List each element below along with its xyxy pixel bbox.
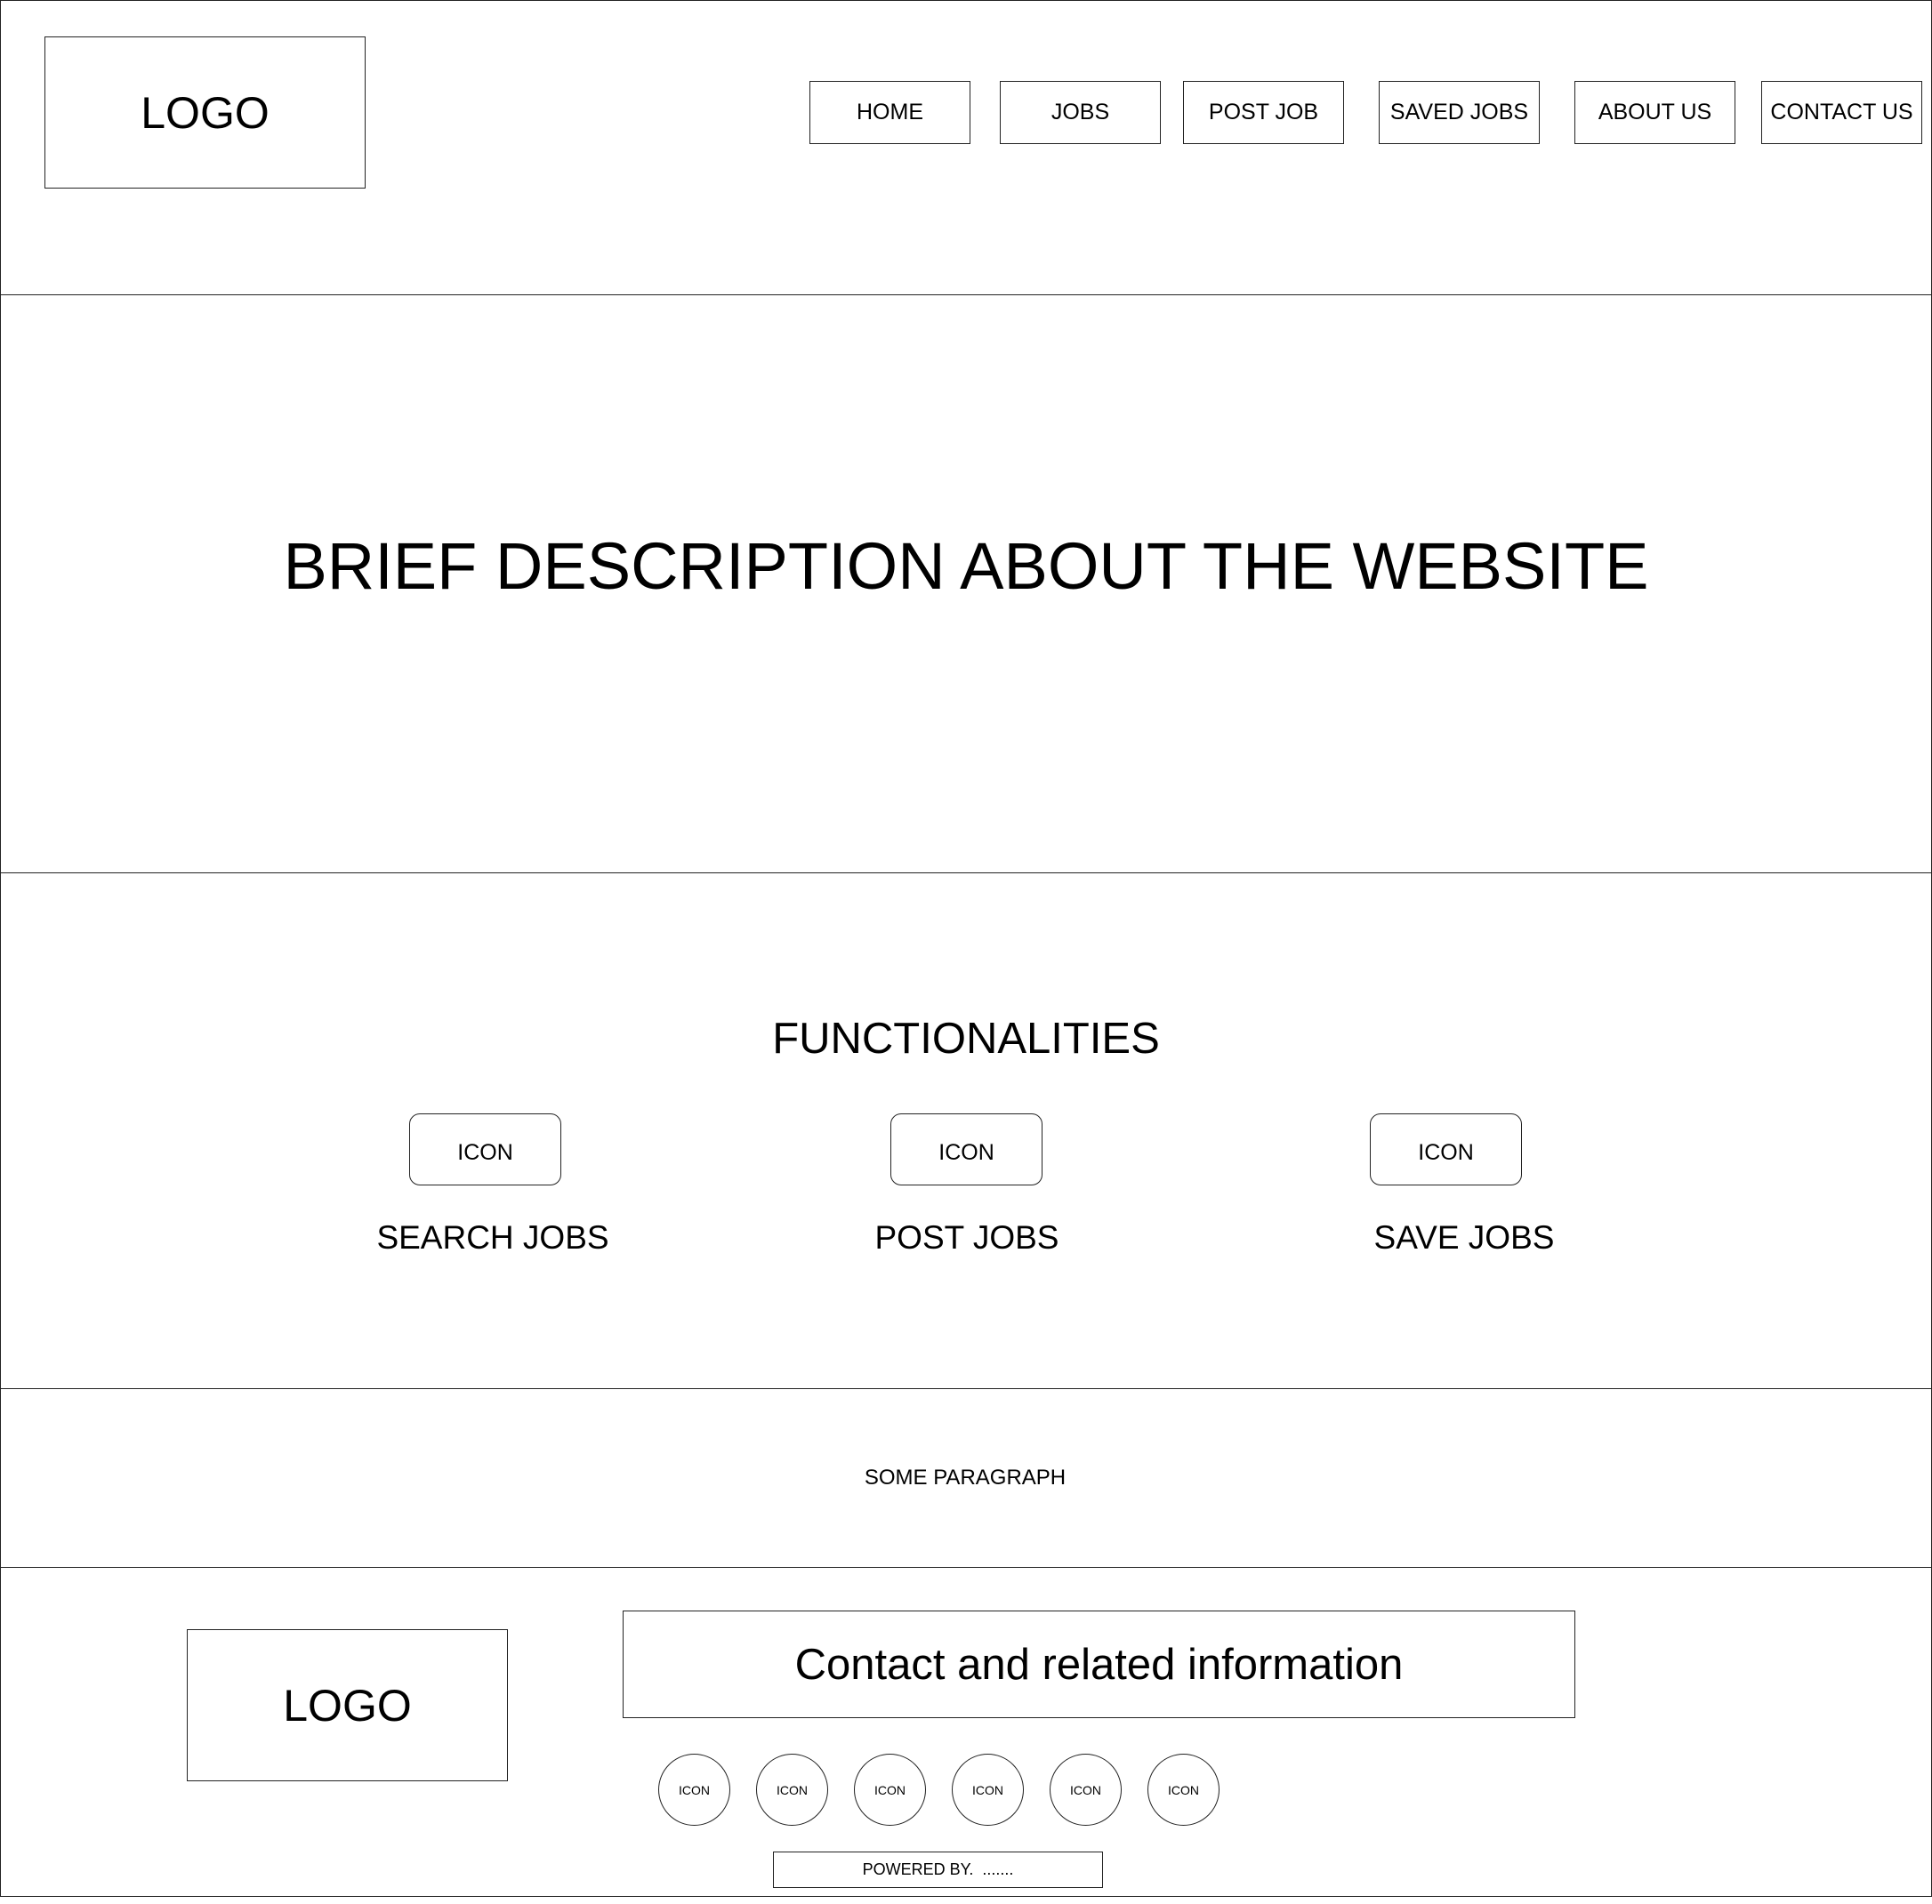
- footer-logo-text: LOGO: [283, 1680, 412, 1731]
- paragraph-section: SOME PARAGRAPH: [0, 1388, 1932, 1568]
- search-jobs-icon[interactable]: ICON: [409, 1113, 561, 1185]
- nav-post-job[interactable]: POST JOB: [1183, 81, 1344, 144]
- nav-saved-jobs[interactable]: SAVED JOBS: [1379, 81, 1540, 144]
- social-icon-label: ICON: [874, 1782, 906, 1797]
- features-heading: FUNCTIONALITIES: [0, 1012, 1932, 1065]
- nav-contact-us[interactable]: CONTACT US: [1761, 81, 1922, 144]
- paragraph-text: SOME PARAGRAPH: [864, 1466, 1067, 1490]
- social-icon-3[interactable]: ICON: [854, 1754, 926, 1826]
- feature-label-text: POST JOBS: [874, 1219, 1059, 1256]
- search-jobs-icon-label: ICON: [457, 1140, 513, 1165]
- post-jobs-icon[interactable]: ICON: [890, 1113, 1042, 1185]
- hero-title: BRIEF DESCRIPTION ABOUT THE WEBSITE: [283, 529, 1649, 603]
- social-icon-5[interactable]: ICON: [1050, 1754, 1122, 1826]
- feature-label-search-jobs: SEARCH JOBS: [315, 1216, 671, 1260]
- social-icon-label: ICON: [1070, 1782, 1101, 1797]
- nav-home[interactable]: HOME: [809, 81, 970, 144]
- social-icon-2[interactable]: ICON: [756, 1754, 828, 1826]
- feature-label-text: SAVE JOBS: [1373, 1219, 1555, 1256]
- nav-contact-us-label: CONTACT US: [1770, 100, 1913, 125]
- nav-jobs-label: JOBS: [1051, 100, 1110, 125]
- social-icon-label: ICON: [1168, 1782, 1199, 1797]
- nav-about-us-label: ABOUT US: [1598, 100, 1712, 125]
- header-logo-text: LOGO: [141, 87, 270, 138]
- social-icon-4[interactable]: ICON: [952, 1754, 1024, 1826]
- social-icon-6[interactable]: ICON: [1147, 1754, 1220, 1826]
- nav-jobs[interactable]: JOBS: [1000, 81, 1161, 144]
- hero-section: BRIEF DESCRIPTION ABOUT THE WEBSITE: [0, 294, 1932, 873]
- social-icon-label: ICON: [679, 1782, 710, 1797]
- contact-info-box: Contact and related information: [623, 1611, 1575, 1718]
- post-jobs-icon-label: ICON: [938, 1140, 994, 1165]
- header-logo[interactable]: LOGO: [44, 36, 366, 189]
- save-jobs-icon-label: ICON: [1418, 1140, 1474, 1165]
- nav-saved-jobs-label: SAVED JOBS: [1389, 100, 1529, 125]
- feature-label-text: SEARCH JOBS: [376, 1219, 609, 1256]
- powered-by-text: POWERED BY. .......: [862, 1860, 1014, 1878]
- nav-post-job-label: POST JOB: [1208, 100, 1319, 125]
- feature-label-post-jobs: POST JOBS: [789, 1216, 1145, 1260]
- nav-home-label: HOME: [857, 100, 923, 125]
- contact-info-text: Contact and related information: [794, 1640, 1404, 1689]
- social-icon-1[interactable]: ICON: [658, 1754, 730, 1826]
- features-heading-text: FUNCTIONALITIES: [772, 1015, 1160, 1063]
- feature-label-save-jobs: SAVE JOBS: [1286, 1216, 1642, 1260]
- footer-logo[interactable]: LOGO: [187, 1629, 508, 1781]
- social-icon-label: ICON: [972, 1782, 1003, 1797]
- powered-by-box: POWERED BY. .......: [773, 1852, 1103, 1888]
- social-icon-label: ICON: [777, 1782, 808, 1797]
- save-jobs-icon[interactable]: ICON: [1370, 1113, 1522, 1185]
- nav-about-us[interactable]: ABOUT US: [1574, 81, 1735, 144]
